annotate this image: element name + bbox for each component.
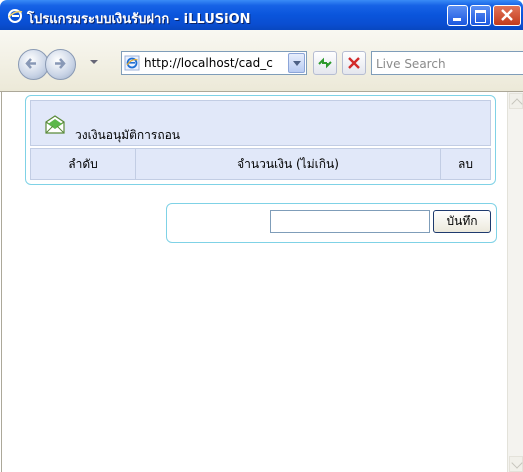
- back-arrow-icon: [25, 58, 36, 69]
- save-button[interactable]: บันทึก: [433, 210, 491, 233]
- search-box[interactable]: Live Search: [371, 51, 523, 75]
- title-bar: โปรแกรมระบบเงินรับฝาก - iLLUSiON: [0, 0, 523, 30]
- address-text[interactable]: http://localhost/cad_c: [144, 56, 282, 70]
- close-icon: [501, 9, 513, 21]
- chevron-down-icon: [511, 457, 523, 469]
- minimize-icon: [453, 18, 461, 21]
- withdraw-limit-panel: วงเงินอนุมัติการถอน ลำดับ จำนวนเงิน (ไม่…: [25, 95, 496, 185]
- column-header-order: ลำดับ: [31, 149, 136, 179]
- minimize-button[interactable]: [447, 5, 468, 26]
- mail-icon: [45, 115, 65, 134]
- stop-icon: [348, 57, 360, 69]
- address-dropdown-icon[interactable]: [288, 53, 305, 73]
- page-icon: [124, 55, 140, 71]
- forward-arrow-icon: [55, 58, 66, 69]
- scroll-up-button[interactable]: [509, 93, 523, 110]
- window-title: โปรแกรมระบบเงินรับฝาก - iLLUSiON: [27, 12, 251, 27]
- panel-title: วงเงินอนุมัติการถอน: [75, 128, 180, 142]
- scroll-down-button[interactable]: [509, 456, 523, 472]
- navigation-bar: http://localhost/cad_c Live Search: [0, 30, 523, 92]
- panel-header: วงเงินอนุมัติการถอน: [30, 100, 491, 146]
- history-dropdown-icon[interactable]: [90, 60, 98, 64]
- refresh-button[interactable]: [313, 51, 337, 75]
- chevron-up-icon: [511, 98, 523, 110]
- address-bar[interactable]: http://localhost/cad_c: [121, 51, 307, 75]
- column-header-delete: ลบ: [458, 157, 473, 171]
- stop-button[interactable]: [342, 51, 366, 75]
- refresh-icon: [318, 57, 332, 69]
- maximize-icon: [475, 10, 486, 23]
- table-header-row: ลำดับ จำนวนเงิน (ไม่เกิน) ลบ: [30, 148, 491, 180]
- vertical-scrollbar[interactable]: [507, 92, 523, 472]
- search-placeholder[interactable]: Live Search: [376, 57, 446, 71]
- ie-logo-icon: [8, 9, 23, 23]
- maximize-button[interactable]: [470, 5, 491, 26]
- add-limit-form: บันทึก: [166, 203, 497, 243]
- forward-button[interactable]: [45, 49, 76, 80]
- amount-input[interactable]: [270, 210, 430, 233]
- close-button[interactable]: [493, 5, 521, 26]
- column-header-amount: จำนวนเงิน (ไม่เกิน): [136, 149, 441, 179]
